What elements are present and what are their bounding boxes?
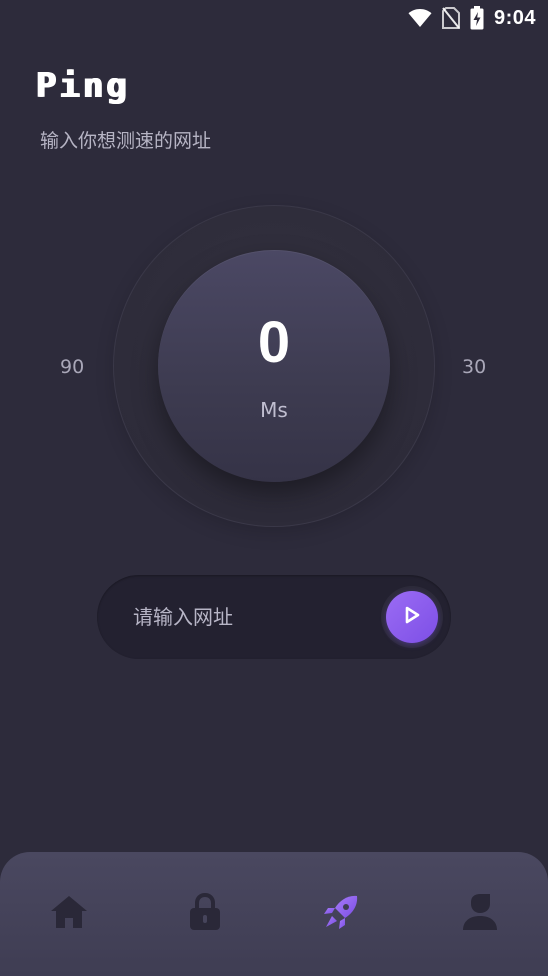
start-ping-button[interactable]: [381, 586, 443, 648]
url-input[interactable]: [133, 597, 363, 637]
nav-item-home[interactable]: [49, 894, 89, 934]
play-icon: [401, 604, 423, 630]
lock-icon: [188, 892, 222, 936]
status-icons: 9:04: [408, 6, 536, 30]
nav-item-lock[interactable]: [185, 892, 225, 936]
status-time: 9:04: [493, 6, 536, 29]
battery-charging-icon: [470, 6, 484, 30]
nav-item-rocket[interactable]: [321, 894, 361, 934]
user-icon: [461, 892, 499, 936]
home-icon: [49, 894, 89, 934]
start-ping-button-core: [386, 591, 438, 643]
url-input-bar: [97, 575, 451, 659]
page-subtitle: 输入你想测速的网址: [40, 130, 212, 152]
no-sim-icon: [441, 7, 460, 29]
bottom-nav: [0, 852, 548, 976]
ping-unit: Ms: [260, 398, 288, 422]
ping-value: 0: [257, 310, 291, 375]
wifi-icon: [408, 8, 432, 28]
scale-label-left: 90: [60, 356, 85, 378]
nav-item-user[interactable]: [460, 894, 500, 934]
scale-label-right: 30: [462, 356, 487, 378]
status-bar: 9:04: [0, 0, 548, 36]
page-title: Ping: [36, 66, 130, 106]
rocket-icon: [321, 892, 361, 936]
